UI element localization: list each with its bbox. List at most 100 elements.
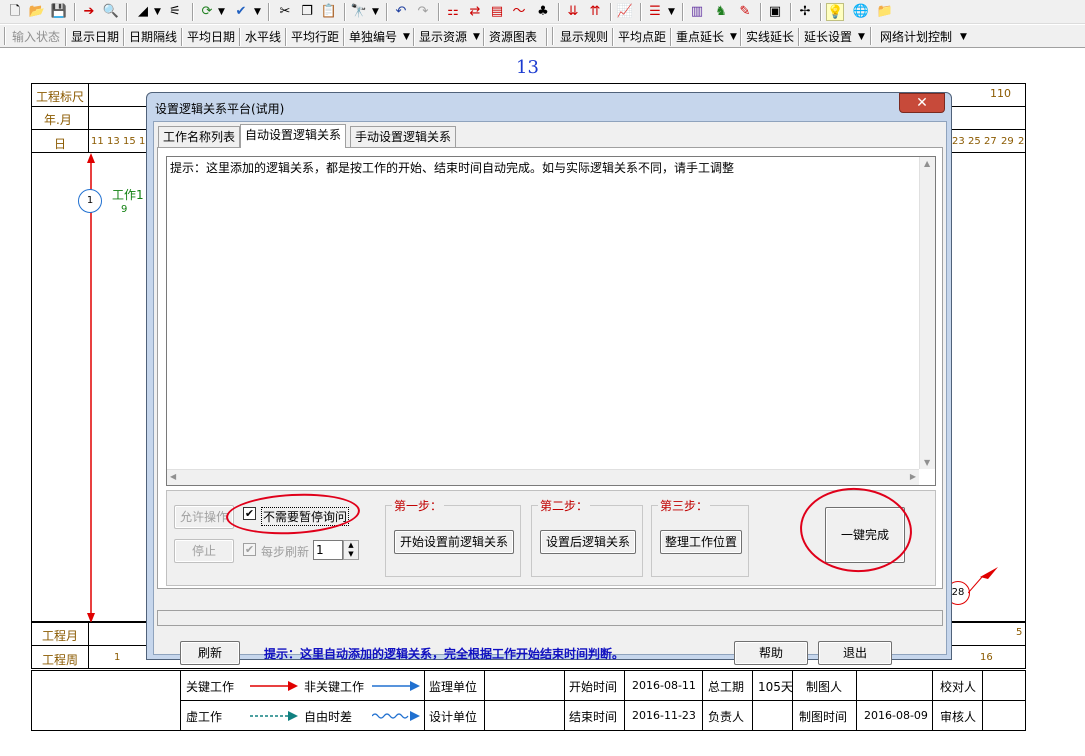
find-icon[interactable]: 🔭 — [350, 3, 368, 21]
average-row-spacing-button[interactable]: 平均行距 — [291, 28, 339, 46]
window-icon[interactable]: ▣ — [766, 3, 784, 21]
date-gridline-button[interactable]: 日期隔线 — [129, 28, 177, 46]
step-value-input[interactable]: 1 — [313, 540, 343, 560]
single-number-button[interactable]: 单独编号 — [349, 28, 397, 46]
tree-icon[interactable]: ♣ — [534, 3, 552, 21]
tab-work-names[interactable]: 工作名称列表 — [158, 126, 241, 148]
start-pre-logic-button[interactable]: 开始设置前逻辑关系 — [394, 530, 514, 554]
show-date-button[interactable]: 显示日期 — [71, 28, 119, 46]
refresh-dropdown-icon[interactable]: ▼ — [218, 3, 225, 21]
show-rules-button[interactable]: 显示规则 — [560, 28, 608, 46]
key-extend-button[interactable]: 重点延长 — [676, 28, 724, 46]
day-number: 27 — [984, 136, 997, 147]
scroll-left-icon[interactable]: ◀ — [170, 472, 176, 481]
print-preview-icon[interactable]: 🔍 — [102, 3, 120, 21]
solid-extend-button[interactable]: 实线延长 — [746, 28, 794, 46]
total-duration-value: 105天 — [758, 680, 793, 694]
scroll-right-icon[interactable]: ▶ — [910, 472, 916, 481]
chart-icon[interactable]: 📈 — [616, 3, 634, 21]
average-date-button[interactable]: 平均日期 — [187, 28, 235, 46]
show-resource-button[interactable]: 显示资源 — [419, 28, 467, 46]
task-name[interactable]: 工作1 — [112, 186, 144, 203]
export-icon[interactable]: ➔ — [80, 3, 98, 21]
step-spinner[interactable]: ▲ ▼ — [343, 540, 359, 560]
day-label: 日 — [54, 137, 67, 151]
bar-chart-icon[interactable]: ▥ — [688, 3, 706, 21]
line-style-icon[interactable]: ⚟ — [166, 3, 184, 21]
draft-time-label: 制图时间 — [799, 710, 848, 724]
spellcheck-dropdown-icon[interactable]: ▼ — [254, 3, 261, 21]
copy-icon[interactable]: ❐ — [298, 3, 316, 21]
settings-icon[interactable]: ✢ — [796, 3, 814, 21]
horizontal-scrollbar[interactable]: ◀ ▶ — [167, 469, 919, 485]
paste-icon[interactable]: 📋 — [320, 3, 338, 21]
refresh-button[interactable]: 刷新 — [180, 641, 240, 665]
vertical-scrollbar[interactable]: ▲ ▼ — [919, 157, 935, 469]
page-number: 13 — [516, 57, 539, 78]
day-number: 2 — [1018, 136, 1025, 147]
tip-bulb-icon[interactable]: 💡 — [826, 3, 844, 21]
day-number: 1 — [139, 136, 146, 147]
table-icon[interactable]: ▤ — [488, 3, 506, 21]
gantt-icon[interactable]: ☰ — [646, 3, 664, 21]
set-post-logic-button[interactable]: 设置后逻辑关系 — [540, 530, 636, 554]
tab-manual-logic[interactable]: 手动设置逻辑关系 — [350, 126, 457, 148]
curve-icon[interactable]: 〜 — [510, 3, 528, 21]
resource-icon[interactable]: ♞ — [712, 3, 730, 21]
show-resource-dropdown-icon[interactable]: ▼ — [473, 28, 480, 46]
cut-icon[interactable]: ✂ — [276, 3, 294, 21]
folder-icon[interactable]: 📁 — [876, 3, 894, 21]
node-1[interactable]: 1 — [78, 189, 102, 213]
tab-auto-logic[interactable]: 自动设置逻辑关系 — [240, 124, 347, 148]
open-folder-icon[interactable]: 📂 — [28, 3, 46, 21]
help-button[interactable]: 帮助 — [734, 641, 808, 665]
scroll-up-icon[interactable]: ▲ — [924, 159, 930, 168]
day-number: 23 — [952, 136, 965, 147]
owner-label: 负责人 — [708, 710, 745, 724]
save-icon[interactable]: 💾 — [50, 3, 68, 21]
network-plan-control-button[interactable]: 网络计划控制 — [880, 28, 952, 46]
end-time-label: 结束时间 — [569, 710, 618, 724]
horizontal-line-button[interactable]: 水平线 — [245, 28, 281, 46]
extend-settings-dropdown-icon[interactable]: ▼ — [858, 28, 865, 46]
drafter-label: 制图人 — [806, 680, 843, 694]
globe-icon[interactable]: 🌐 — [852, 3, 870, 21]
align-icon[interactable]: ⇊ — [564, 3, 582, 21]
end-time-value: 2016-11-23 — [632, 709, 696, 722]
gantt-dropdown-icon[interactable]: ▼ — [668, 3, 675, 21]
redo-icon[interactable]: ↷ — [414, 3, 432, 21]
step-refresh-checkbox[interactable]: ✔ — [243, 543, 256, 556]
network-icon[interactable]: ⚏ — [444, 3, 462, 21]
undo-icon[interactable]: ↶ — [392, 3, 410, 21]
spellcheck-icon[interactable]: ✔ — [232, 3, 250, 21]
network-plan-dropdown-icon[interactable]: ▼ — [960, 28, 967, 46]
arrow-icon[interactable]: ⇄ — [466, 3, 484, 21]
resource-chart-button[interactable]: 资源图表 — [489, 28, 537, 46]
arrange-work-button[interactable]: 整理工作位置 — [660, 530, 742, 554]
input-state-button[interactable]: 输入状态 — [12, 28, 60, 46]
fill-icon[interactable]: ◢ — [134, 3, 152, 21]
find-dropdown-icon[interactable]: ▼ — [372, 3, 379, 21]
fill-dropdown-icon[interactable]: ▼ — [154, 3, 161, 21]
step3-title: 第三步： — [658, 497, 711, 514]
single-number-dropdown-icon[interactable]: ▼ — [403, 28, 410, 46]
format-toolbar: 输入状态 显示日期 日期隔线 平均日期 水平线 平均行距 单独编号 ▼ 显示资源… — [0, 25, 1085, 48]
close-icon[interactable]: ✕ — [899, 93, 945, 113]
refresh-icon[interactable]: ⟳ — [198, 3, 216, 21]
checker-label: 校对人 — [940, 680, 977, 694]
stop-button[interactable]: 停止 — [174, 539, 234, 563]
exit-button[interactable]: 退出 — [818, 641, 892, 665]
edit-icon[interactable]: ✎ — [736, 3, 754, 21]
scroll-down-icon[interactable]: ▼ — [924, 458, 930, 467]
new-file-icon[interactable]: 🗋 — [6, 3, 24, 21]
average-point-spacing-button[interactable]: 平均点距 — [618, 28, 666, 46]
reviewer-label: 审核人 — [940, 710, 977, 724]
distribute-icon[interactable]: ⇈ — [586, 3, 604, 21]
step2-group: 第二步： 设置后逻辑关系 — [531, 497, 643, 577]
extend-settings-button[interactable]: 延长设置 — [804, 28, 852, 46]
step-refresh-label: 每步刷新 — [261, 545, 310, 559]
log-textarea[interactable]: 提示：这里添加的逻辑关系，都是按工作的开始、结束时间自动完成。如与实际逻辑关系不… — [166, 156, 936, 486]
key-extend-dropdown-icon[interactable]: ▼ — [730, 28, 737, 46]
task-duration: 9 — [121, 204, 128, 215]
allow-operation-button[interactable]: 允许操作 — [174, 505, 234, 529]
